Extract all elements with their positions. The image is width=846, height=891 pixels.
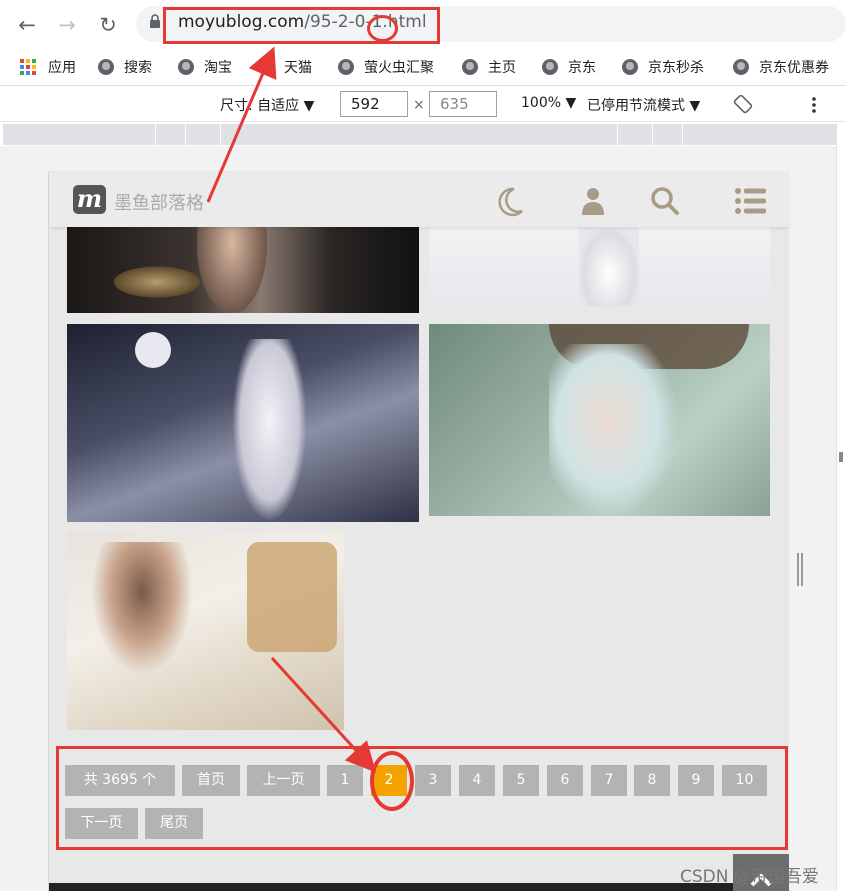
globe-icon <box>98 59 114 75</box>
pagination-total: 共 3695 个 <box>65 765 175 796</box>
pagination-first-button[interactable]: 首页 <box>182 765 240 796</box>
bookmark-label: 主页 <box>488 60 516 76</box>
image-detail <box>579 226 639 306</box>
pagination-page-6[interactable]: 6 <box>547 765 583 796</box>
next-section-edge <box>49 883 733 891</box>
bookmark-label: 萤火虫汇聚 <box>364 60 434 76</box>
bookmark-7[interactable]: 京东秒杀 <box>622 56 704 78</box>
image-detail <box>247 542 337 652</box>
pagination-prev-button[interactable]: 上一页 <box>247 765 320 796</box>
pagination-last-button[interactable]: 尾页 <box>145 808 203 839</box>
forward-icon[interactable]: → <box>54 12 80 38</box>
bookmark-label: 淘宝 <box>204 60 232 76</box>
reload-icon[interactable]: ↻ <box>95 12 121 38</box>
bookmark-3[interactable]: 天猫 <box>258 56 312 78</box>
media-query-ruler <box>3 124 836 145</box>
lock-icon[interactable] <box>150 14 160 28</box>
image-detail <box>549 344 679 516</box>
pagination-page-8[interactable]: 8 <box>634 765 670 796</box>
site-name[interactable]: 墨鱼部落格 <box>114 189 204 215</box>
resize-handle-icon[interactable] <box>839 452 843 462</box>
pagination-page-5[interactable]: 5 <box>503 765 539 796</box>
ruler-tick <box>185 124 186 145</box>
globe-icon <box>542 59 558 75</box>
image-detail <box>197 226 267 313</box>
globe-icon <box>178 59 194 75</box>
gallery-image-3[interactable] <box>67 324 419 522</box>
globe-icon <box>462 59 478 75</box>
pagination-page-3[interactable]: 3 <box>415 765 451 796</box>
bookmark-1[interactable]: 搜索 <box>98 56 152 78</box>
ruler-tick <box>220 124 221 145</box>
current-page-circle <box>370 751 414 811</box>
gallery-image-2[interactable] <box>429 226 770 306</box>
width-input[interactable]: 592 <box>340 91 408 117</box>
pagination-page-1[interactable]: 1 <box>327 765 363 796</box>
scrollbar-grip[interactable] <box>797 553 806 586</box>
bookmark-2[interactable]: 淘宝 <box>178 56 232 78</box>
bookmark-0[interactable]: 应用 <box>20 56 76 78</box>
image-detail <box>87 542 197 682</box>
bookmark-label: 天猫 <box>284 60 312 76</box>
pagination-page-7[interactable]: 7 <box>591 765 627 796</box>
pagination-page-9[interactable]: 9 <box>678 765 714 796</box>
menu-icon[interactable] <box>733 185 767 217</box>
ruler-tick <box>682 124 683 145</box>
pagination-page-4[interactable]: 4 <box>459 765 495 796</box>
url-page-circle <box>367 15 398 42</box>
dimensions-select[interactable]: 尺寸: 自适应 ▼ <box>220 95 314 115</box>
ruler-tick <box>652 124 653 145</box>
bookmark-label: 应用 <box>48 60 76 76</box>
apps-grid-icon <box>20 59 36 75</box>
watermark: CSDN @帝国吾爱 <box>680 867 819 887</box>
globe-icon <box>338 59 354 75</box>
bookmark-label: 京东 <box>568 60 596 76</box>
image-detail <box>135 332 171 368</box>
bookmark-6[interactable]: 京东 <box>542 56 596 78</box>
back-icon[interactable]: ← <box>14 12 40 38</box>
ruler-tick <box>155 124 156 145</box>
globe-icon <box>622 59 638 75</box>
throttle-select[interactable]: 已停用节流模式 ▼ <box>587 95 700 115</box>
user-icon[interactable] <box>576 185 610 217</box>
bookmark-label: 京东优惠券 <box>759 60 829 76</box>
height-input[interactable]: 635 <box>429 91 497 117</box>
globe-icon <box>258 59 274 75</box>
bookmark-8[interactable]: 京东优惠券 <box>733 56 829 78</box>
zoom-select[interactable]: 100% ▼ <box>521 95 576 111</box>
bookmark-label: 搜索 <box>124 60 152 76</box>
bookmark-label: 京东秒杀 <box>648 60 704 76</box>
devtools-edge <box>836 124 846 891</box>
moon-icon[interactable] <box>494 185 528 217</box>
gallery-image-1[interactable] <box>67 226 419 313</box>
site-logo[interactable]: m <box>73 185 106 214</box>
ruler-tick <box>617 124 618 145</box>
search-icon[interactable] <box>648 185 682 217</box>
url-highlight-box <box>163 7 440 44</box>
times-sign: × <box>413 97 425 113</box>
bookmark-5[interactable]: 主页 <box>462 56 516 78</box>
image-detail <box>232 339 307 522</box>
gallery-image-4[interactable] <box>429 324 770 516</box>
image-detail <box>107 264 207 300</box>
pagination-page-10[interactable]: 10 <box>722 765 767 796</box>
bookmark-4[interactable]: 萤火虫汇聚 <box>338 56 434 78</box>
rotate-icon[interactable] <box>733 94 753 114</box>
globe-icon <box>733 59 749 75</box>
more-options-icon[interactable] <box>810 96 818 114</box>
pagination-next-button[interactable]: 下一页 <box>65 808 138 839</box>
gallery-image-5[interactable] <box>67 532 344 730</box>
